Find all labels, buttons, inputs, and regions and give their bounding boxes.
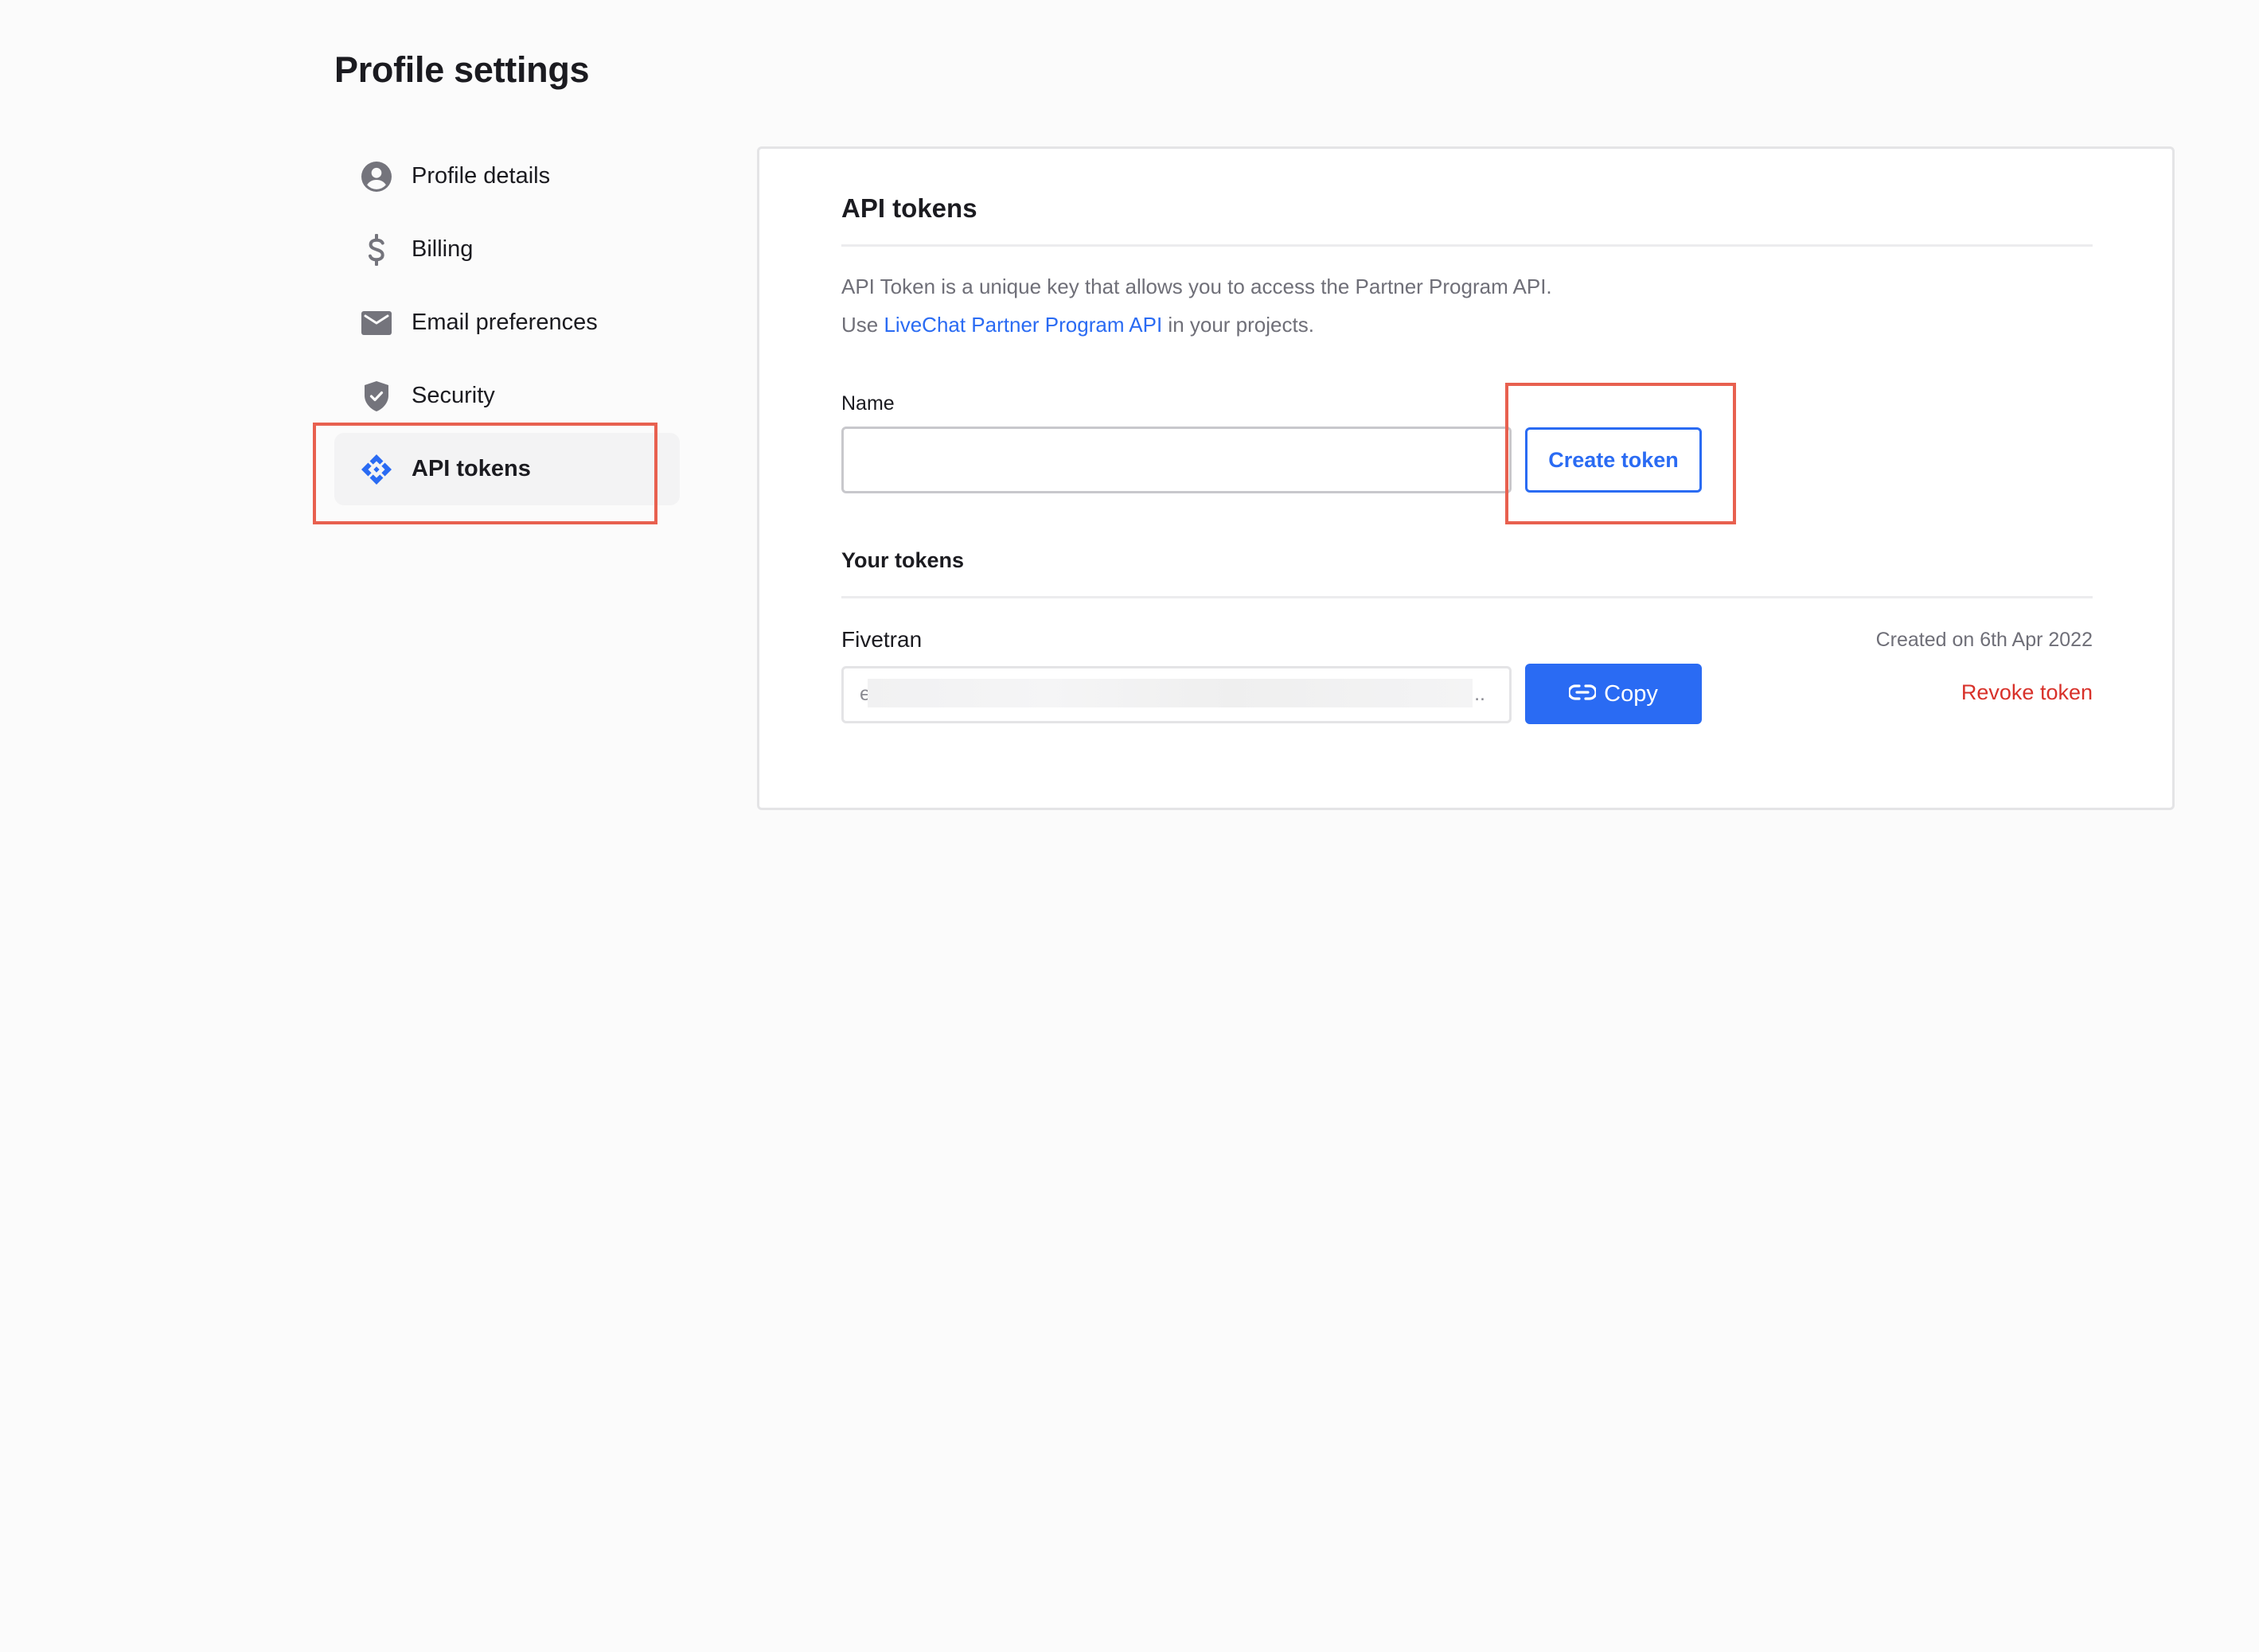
revoke-token-link[interactable]: Revoke token: [1961, 680, 2093, 705]
token-value-ellipsis: ..: [1474, 683, 1485, 705]
description-prefix: Use: [841, 313, 884, 337]
sidebar-item-label: Profile details: [412, 163, 551, 189]
divider: [841, 244, 2093, 247]
sidebar-item-email-preferences[interactable]: Email preferences: [334, 286, 680, 359]
envelope-icon: [361, 307, 392, 339]
sidebar-item-api-tokens[interactable]: API tokens: [334, 433, 680, 505]
description-usage-text: Use LiveChat Partner Program API in your…: [841, 313, 1314, 337]
sidebar-item-profile-details[interactable]: Profile details: [334, 140, 680, 212]
card-title: API tokens: [841, 193, 977, 223]
sidebar-item-label: Billing: [412, 236, 474, 262]
page-title: Profile settings: [334, 49, 590, 90]
create-token-button[interactable]: Create token: [1525, 427, 1702, 493]
api-diamond-icon: [361, 454, 392, 485]
partner-program-api-link[interactable]: LiveChat Partner Program API: [884, 313, 1162, 337]
user-circle-icon: [361, 161, 392, 193]
your-tokens-heading: Your tokens: [841, 548, 965, 572]
divider: [841, 596, 2093, 598]
description-text: API Token is a unique key that allows yo…: [841, 275, 1552, 298]
name-label: Name: [841, 392, 895, 415]
copy-label: Copy: [1604, 680, 1658, 707]
link-icon: [1567, 681, 1598, 707]
sidebar-item-label: Email preferences: [412, 310, 598, 335]
token-name: Fivetran: [841, 627, 923, 652]
description-suffix: in your projects.: [1162, 313, 1314, 337]
shield-check-icon: [361, 380, 392, 412]
sidebar-item-security[interactable]: Security: [334, 360, 680, 432]
token-created-date: Created on 6th Apr 2022: [1875, 629, 2093, 651]
token-name-input[interactable]: [841, 427, 1512, 493]
token-redaction-blur: [868, 679, 1473, 707]
api-tokens-card: API tokens API Token is a unique key tha…: [757, 146, 2175, 810]
sidebar-item-billing[interactable]: Billing: [334, 213, 680, 286]
copy-token-button[interactable]: Copy: [1525, 664, 1702, 724]
settings-sidebar: Profile details Billing Email preference…: [334, 140, 680, 506]
sidebar-item-label: Security: [412, 383, 495, 408]
sidebar-item-label: API tokens: [412, 456, 531, 481]
token-value-field[interactable]: ey ..: [841, 666, 1512, 723]
dollar-icon: [361, 233, 392, 266]
